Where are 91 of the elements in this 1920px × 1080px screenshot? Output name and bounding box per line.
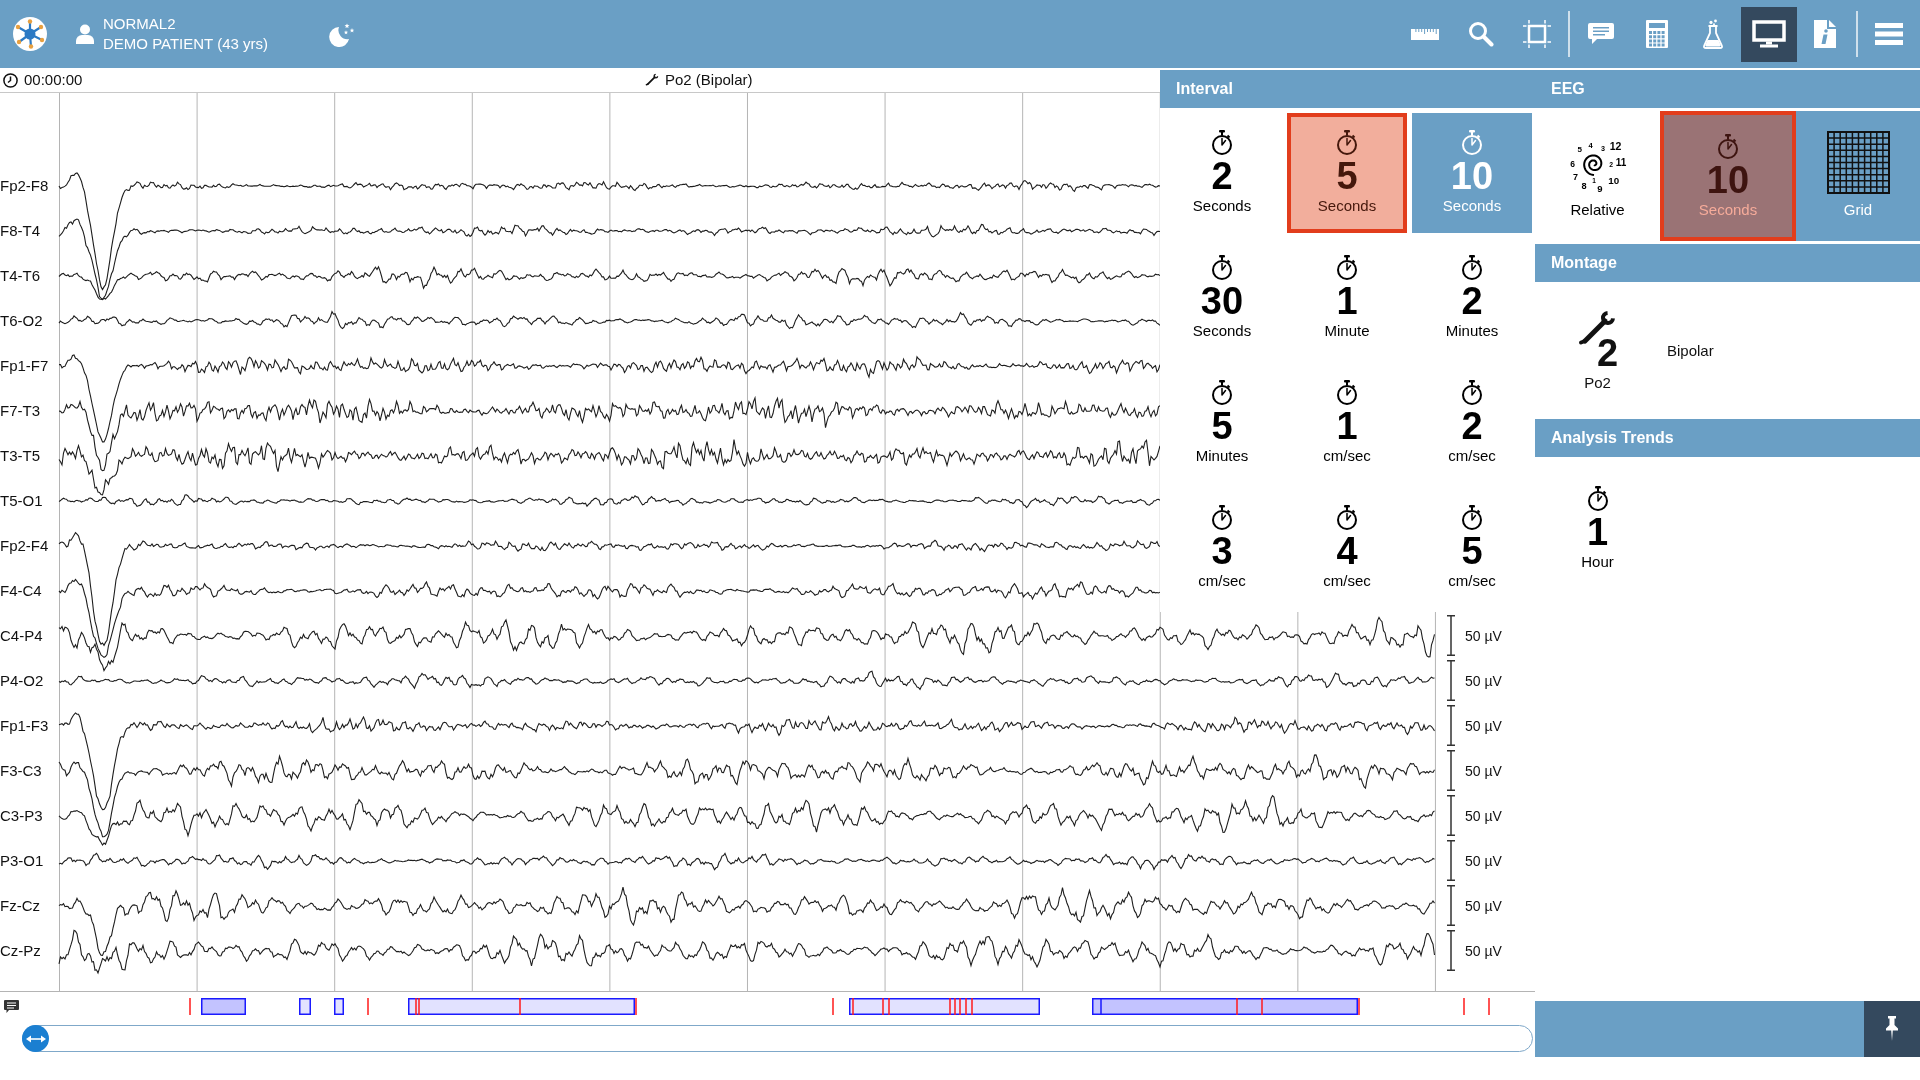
interval-option[interactable]: 4 cm/sec <box>1287 488 1407 608</box>
eeg-option[interactable]: 10 Seconds <box>1660 111 1796 241</box>
montage-option[interactable]: 2 Po2 <box>1535 290 1660 411</box>
interval-option[interactable]: 2 Minutes <box>1412 238 1532 358</box>
interval-option[interactable]: 5 Minutes <box>1162 363 1282 483</box>
stopwatch-icon <box>1461 255 1483 281</box>
stopwatch-icon <box>1461 130 1483 156</box>
stopwatch-icon <box>1461 380 1483 406</box>
interval-option[interactable]: 1 Minute <box>1287 238 1407 358</box>
scale-marker-icon <box>1447 750 1455 791</box>
scale-marker-icon <box>1447 885 1455 926</box>
double-arrow-icon <box>25 1033 46 1044</box>
channel-label: P3-O1 <box>0 851 44 870</box>
grid-icon <box>1826 131 1890 194</box>
clock-icon <box>3 72 18 88</box>
ruler-icon <box>1411 28 1439 40</box>
interval-option[interactable]: 5 Seconds <box>1287 113 1407 233</box>
channel-label: F8-T4 <box>0 221 40 240</box>
section-header: Montage <box>1535 244 1920 282</box>
channel-label: F3-C3 <box>0 761 42 780</box>
montage-name: Bipolar <box>1667 342 1714 359</box>
flask-icon <box>1702 19 1724 49</box>
section-header: Interval <box>1160 70 1535 108</box>
stopwatch-icon <box>1211 380 1233 406</box>
scale-label: 50 µV <box>1465 626 1502 645</box>
channel-label: T5-O1 <box>0 491 43 510</box>
channel-label: T4-T6 <box>0 266 40 285</box>
interval-option[interactable]: 2 cm/sec <box>1412 363 1532 483</box>
wrench-icon <box>645 73 659 87</box>
crop-icon <box>1523 20 1551 48</box>
menu-icon <box>1875 23 1903 45</box>
scale-label: 50 µV <box>1465 941 1502 960</box>
channel-label: Fp1-F3 <box>0 716 49 735</box>
user-icon <box>76 24 94 44</box>
stopwatch-icon <box>1211 130 1233 156</box>
stopwatch-icon <box>1211 505 1233 531</box>
scale-label: 50 µV <box>1465 806 1502 825</box>
search-icon <box>1468 21 1494 47</box>
stopwatch-icon <box>1336 380 1358 406</box>
interval-option[interactable]: 2 Seconds <box>1162 113 1282 233</box>
channel-label: Fp2-F4 <box>0 536 49 555</box>
stopwatch-icon <box>1336 255 1358 281</box>
montage-title: Po2 (Bipolar) <box>665 71 753 89</box>
timeline-scrollbar[interactable] <box>22 1025 1533 1052</box>
scale-label: 50 µV <box>1465 671 1502 690</box>
scale-marker-icon <box>1447 840 1455 881</box>
channel-label: Fp1-F7 <box>0 356 49 375</box>
monitor-icon <box>1752 20 1786 48</box>
interval-option[interactable]: 5 cm/sec <box>1412 488 1532 608</box>
scale-label: 50 µV <box>1465 851 1502 870</box>
channel-label: Fp2-F8 <box>0 176 49 195</box>
channel-label: Fz-Cz <box>0 896 40 915</box>
info-document-icon <box>1814 20 1836 48</box>
trend-option[interactable]: 1 Hour <box>1535 469 1660 589</box>
scale-marker-icon <box>1447 660 1455 701</box>
channel-label: F7-T3 <box>0 401 40 420</box>
scale-label: 50 µV <box>1465 716 1502 735</box>
record-name: NORMAL2 <box>103 15 176 33</box>
calculator-icon <box>1646 20 1668 48</box>
channel-label: Cz-Pz <box>0 941 41 960</box>
stopwatch-icon <box>1336 130 1358 156</box>
scroll-handle[interactable] <box>22 1025 49 1052</box>
scale-marker-icon <box>1447 705 1455 746</box>
stopwatch-icon <box>1336 505 1358 531</box>
interval-option[interactable]: 30 Seconds <box>1162 238 1282 358</box>
channel-label: F4-C4 <box>0 581 42 600</box>
channel-label: T6-O2 <box>0 311 43 330</box>
channel-label: C3-P3 <box>0 806 43 825</box>
scale-marker-icon <box>1447 930 1455 971</box>
scale-label: 50 µV <box>1465 761 1502 780</box>
scale-marker-icon <box>1447 795 1455 836</box>
channel-label: C4-P4 <box>0 626 43 645</box>
interval-option[interactable]: 3 cm/sec <box>1162 488 1282 608</box>
patient-name: DEMO PATIENT (43 yrs) <box>103 35 268 53</box>
pin-button[interactable] <box>1864 1001 1920 1057</box>
section-header: Analysis Trends <box>1535 419 1920 457</box>
section-header: EEG <box>1535 70 1920 108</box>
monitor-button[interactable] <box>1741 6 1797 62</box>
comment-icon[interactable] <box>4 1000 19 1013</box>
chat-bubble-icon <box>1588 23 1614 45</box>
stopwatch-icon <box>1586 486 1609 512</box>
channel-label: T3-T5 <box>0 446 40 465</box>
interval-option[interactable]: 1 cm/sec <box>1287 363 1407 483</box>
stopwatch-icon <box>1717 134 1739 160</box>
stopwatch-icon <box>1461 505 1483 531</box>
elapsed-time: 00:00:00 <box>24 71 83 89</box>
scale-label: 50 µV <box>1465 896 1502 915</box>
channel-label: P4-O2 <box>0 671 44 690</box>
scale-marker-icon <box>1447 615 1455 656</box>
stopwatch-icon <box>1211 255 1233 281</box>
logo-icon <box>13 17 47 51</box>
